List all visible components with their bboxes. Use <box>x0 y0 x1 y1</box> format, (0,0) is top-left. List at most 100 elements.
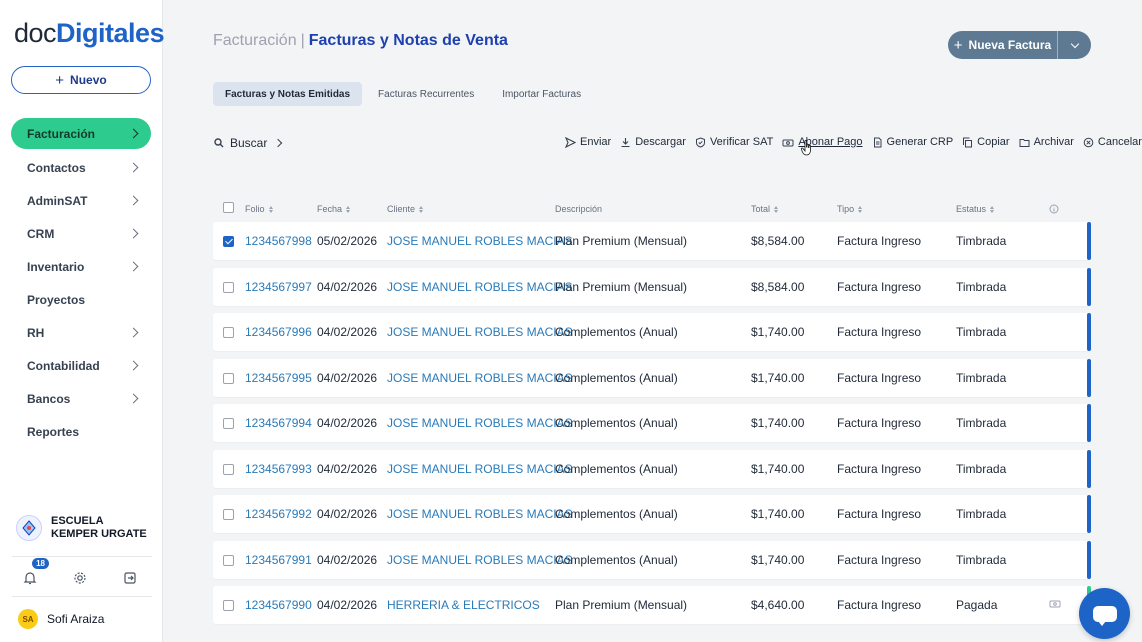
user-profile[interactable]: SA Sofi Araiza <box>18 609 104 629</box>
sort-icon <box>990 205 995 213</box>
folio-link[interactable]: 1234567992 <box>245 507 312 521</box>
folio-link[interactable]: 1234567998 <box>245 234 312 248</box>
row-checkbox[interactable] <box>223 554 234 566</box>
table-row[interactable]: 1234567996 04/02/2026 JOSE MANUEL ROBLES M… <box>213 313 1091 351</box>
descargar-button[interactable]: Descargar <box>620 136 686 148</box>
folio-link[interactable]: 1234567995 <box>245 371 312 385</box>
breadcrumb-separator: | <box>300 32 305 49</box>
row-checkbox[interactable] <box>223 236 234 247</box>
logout-icon[interactable] <box>120 568 140 588</box>
cliente-link[interactable]: JOSE MANUEL ROBLES MACIAS <box>387 234 573 248</box>
breadcrumb-parent[interactable]: Facturación <box>213 32 297 49</box>
tab-importar-facturas[interactable]: Importar Facturas <box>490 82 593 106</box>
company-selector[interactable]: ESCUELA KEMPER URGATE <box>16 515 151 541</box>
brand-logo[interactable]: docDigitales <box>14 18 165 49</box>
folder-icon <box>1019 137 1030 148</box>
info-icon[interactable] <box>1049 204 1059 214</box>
row-checkbox[interactable] <box>223 372 234 384</box>
column-header-folio[interactable]: Folio <box>245 204 273 214</box>
fecha-cell: 04/02/2026 <box>317 598 378 612</box>
table-row[interactable]: 1234567990 04/02/2026 HERRERIA & ELECTRICO… <box>213 586 1091 624</box>
table-row[interactable]: 1234567993 04/02/2026 JOSE MANUEL ROBLES M… <box>213 449 1091 488</box>
sidebar-nav: Facturación Contactos AdminSAT CRM Inventari… <box>11 118 151 448</box>
cliente-link[interactable]: JOSE MANUEL ROBLES MACIAS <box>387 507 573 521</box>
cancelar-button[interactable]: Cancelar <box>1083 136 1142 148</box>
table-row[interactable]: 1234567997 04/02/2026 JOSE MANUEL ROBLES M… <box>213 267 1091 306</box>
shield-check-icon <box>695 136 706 148</box>
total-cell: $8,584.00 <box>751 279 805 294</box>
row-checkbox[interactable] <box>223 463 234 475</box>
cliente-link[interactable]: JOSE MANUEL ROBLES MACIAS <box>387 325 573 339</box>
document-icon <box>872 137 883 148</box>
tab-facturas-y-notas-emitidas[interactable]: Facturas y Notas Emitidas <box>213 82 363 106</box>
sidebar-item-facturacion[interactable]: Facturación <box>11 118 151 149</box>
cliente-link[interactable]: JOSE MANUEL ROBLES MACIAS <box>387 553 573 567</box>
status-indicator-bar <box>1087 449 1091 488</box>
cliente-link[interactable]: JOSE MANUEL ROBLES MACIAS <box>387 371 573 385</box>
row-checkbox[interactable] <box>223 600 234 611</box>
sidebar-item-contactos[interactable]: Contactos <box>11 151 151 184</box>
sidebar-item-proyectos[interactable]: Proyectos <box>11 283 151 316</box>
notifications-bell-icon[interactable]: 18 <box>20 558 49 588</box>
search-toggle[interactable]: Buscar <box>214 136 283 150</box>
row-checkbox[interactable] <box>223 418 234 429</box>
sidebar-item-contabilidad[interactable]: Contabilidad <box>11 349 151 382</box>
column-header-tipo[interactable]: Tipo <box>837 204 863 214</box>
new-invoice-dropdown-button[interactable] <box>1057 31 1091 59</box>
folio-link[interactable]: 1234567991 <box>245 553 312 567</box>
logo-digitales-text: Digitales <box>56 18 165 48</box>
status-indicator-bar <box>1087 313 1091 351</box>
copiar-button[interactable]: Copiar <box>962 136 1010 148</box>
cliente-link[interactable]: JOSE MANUEL ROBLES MACIAS <box>387 416 573 430</box>
divider <box>12 556 152 557</box>
row-checkbox[interactable] <box>223 509 234 520</box>
descripcion-cell: Complementos (Anual) <box>555 325 678 339</box>
select-all-checkbox[interactable] <box>223 202 234 213</box>
status-cell: Pagada <box>956 598 998 612</box>
folio-link[interactable]: 1234567990 <box>245 598 312 612</box>
descripcion-cell: Complementos (Anual) <box>555 552 678 567</box>
settings-gear-icon[interactable] <box>70 568 90 588</box>
chat-support-button[interactable] <box>1079 588 1130 639</box>
table-row[interactable]: 1234567991 04/02/2026 JOSE MANUEL ROBLES M… <box>213 540 1091 579</box>
enviar-button[interactable]: Enviar <box>565 136 611 148</box>
sidebar-item-rh[interactable]: RH <box>11 316 151 349</box>
tab-facturas-recurrentes[interactable]: Facturas Recurrentes <box>366 82 486 106</box>
sidebar-item-bancos[interactable]: Bancos <box>11 382 151 415</box>
descripcion-cell: Complementos (Anual) <box>555 507 678 521</box>
column-header-cliente[interactable]: Cliente <box>387 204 424 214</box>
verificar-sat-button[interactable]: Verificar SAT <box>695 136 773 148</box>
row-checkbox[interactable] <box>223 281 234 293</box>
folio-link[interactable]: 1234567994 <box>245 416 312 430</box>
sidebar-item-crm[interactable]: CRM <box>11 217 151 250</box>
new-invoice-button[interactable]: + Nueva Factura <box>948 38 1057 53</box>
table-row[interactable]: 1234567994 04/02/2026 JOSE MANUEL ROBLES M… <box>213 404 1091 442</box>
table-row[interactable]: 1234567998 05/02/2026 JOSE MANUEL ROBLES M… <box>213 222 1091 260</box>
column-header-estatus[interactable]: Estatus <box>956 204 995 214</box>
column-header-fecha[interactable]: Fecha <box>317 204 351 214</box>
generar-crp-button[interactable]: Generar CRP <box>872 136 953 148</box>
status-indicator-bar <box>1087 404 1091 442</box>
row-checkbox[interactable] <box>223 327 234 338</box>
table-row[interactable]: 1234567992 04/02/2026 JOSE MANUEL ROBLES M… <box>213 495 1091 533</box>
table-row[interactable]: 1234567995 04/02/2026 JOSE MANUEL ROBLES M… <box>213 358 1091 397</box>
search-label: Buscar <box>230 136 268 150</box>
status-cell: Timbrada <box>956 279 1007 294</box>
sort-icon <box>268 205 273 213</box>
folio-link[interactable]: 1234567993 <box>245 462 312 476</box>
folio-link[interactable]: 1234567997 <box>245 280 312 294</box>
divider <box>12 596 152 597</box>
cliente-link[interactable]: HERRERIA & ELECTRICOS <box>387 598 540 612</box>
cliente-link[interactable]: JOSE MANUEL ROBLES MACIAS <box>387 280 573 294</box>
cliente-link[interactable]: JOSE MANUEL ROBLES MACIAS <box>387 462 573 476</box>
payment-cash-icon[interactable] <box>1049 598 1061 612</box>
new-button[interactable]: + Nuevo <box>11 66 151 94</box>
sidebar-item-reportes[interactable]: Reportes <box>11 415 151 448</box>
abonar-pago-button[interactable]: Abonar Pago <box>782 136 863 148</box>
folio-link[interactable]: 1234567996 <box>245 325 312 339</box>
sidebar-item-inventario[interactable]: Inventario <box>11 250 151 283</box>
sidebar-item-adminsat[interactable]: AdminSAT <box>11 184 151 217</box>
total-cell: $1,740.00 <box>751 325 805 339</box>
archivar-button[interactable]: Archivar <box>1019 136 1074 148</box>
column-header-total[interactable]: Total <box>751 204 779 214</box>
